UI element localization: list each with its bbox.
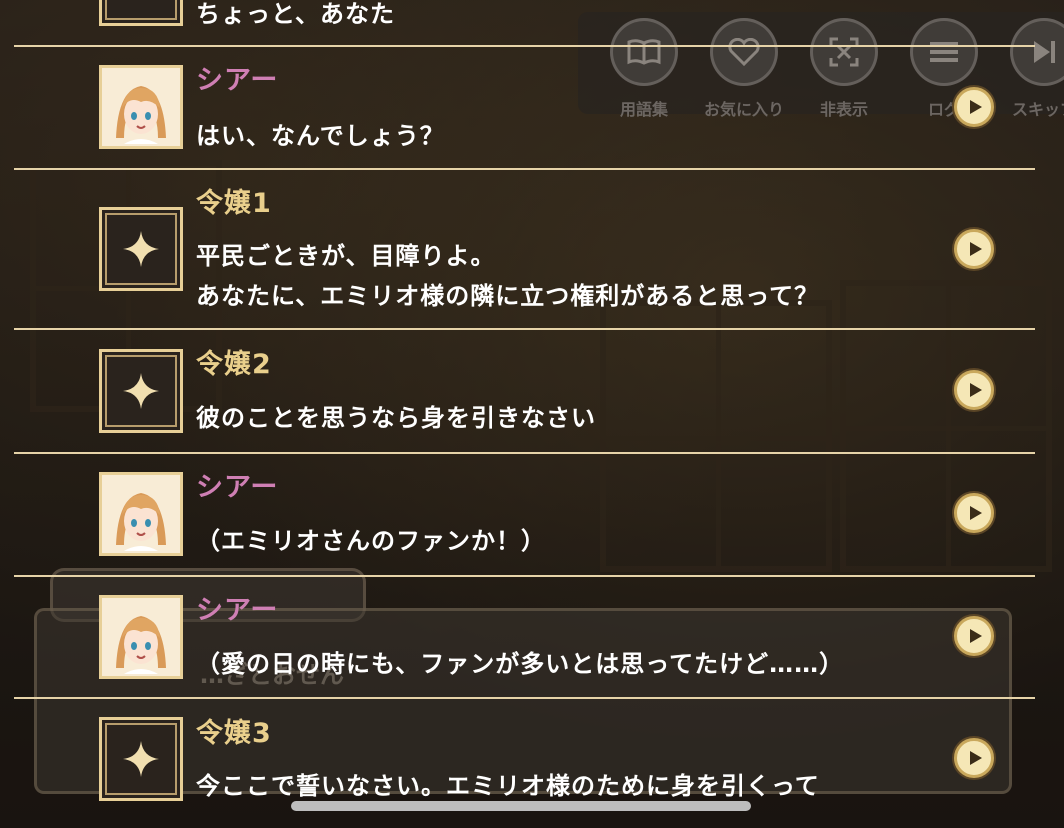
character-portrait bbox=[99, 595, 183, 679]
message-line: 彼のことを思うなら身を引きなさい bbox=[196, 404, 596, 432]
message-line: （愛の日の時にも、ファンが多いとは思ってたけど……） bbox=[196, 650, 845, 678]
divider bbox=[14, 45, 1035, 47]
home-indicator[interactable] bbox=[291, 801, 751, 811]
message-line: はい、なんでしょう？ bbox=[196, 122, 445, 150]
play-icon bbox=[969, 629, 982, 643]
divider bbox=[14, 452, 1035, 454]
play-icon bbox=[969, 383, 982, 397]
voice-replay-button[interactable] bbox=[954, 229, 994, 269]
sparkle-icon bbox=[99, 717, 183, 801]
play-icon bbox=[969, 100, 982, 114]
character-portrait bbox=[99, 472, 183, 556]
play-icon bbox=[969, 242, 982, 256]
sparkle-icon bbox=[99, 349, 183, 433]
voice-replay-button[interactable] bbox=[954, 370, 994, 410]
voice-replay-button[interactable] bbox=[954, 616, 994, 656]
voice-replay-button[interactable] bbox=[954, 738, 994, 778]
play-icon bbox=[969, 506, 982, 520]
speaker-name: 令嬢2 bbox=[196, 349, 272, 380]
divider bbox=[14, 575, 1035, 577]
speaker-name: シアー bbox=[196, 595, 279, 626]
message-line: ちょっと、あなた bbox=[196, 0, 396, 28]
message-line: 平民ごときが、目障りよ。 bbox=[196, 242, 496, 270]
backlog-panel[interactable]: ちょっと、あなた シアー はい、なんでしょう？ 令嬢1 平民ごときが、目障りよ。… bbox=[14, 0, 1035, 828]
play-icon bbox=[969, 751, 982, 765]
divider bbox=[14, 168, 1035, 170]
speaker-name: 令嬢1 bbox=[196, 188, 272, 219]
sparkle-icon bbox=[99, 207, 183, 291]
character-portrait bbox=[99, 65, 183, 149]
speaker-name: シアー bbox=[196, 65, 279, 96]
message-line: あなたに、エミリオ様の隣に立つ権利があると思って？ bbox=[196, 282, 820, 310]
divider bbox=[14, 697, 1035, 699]
speaker-name: 令嬢3 bbox=[196, 718, 272, 749]
message-line: （エミリオさんのファンか！） bbox=[196, 527, 546, 555]
divider bbox=[14, 328, 1035, 330]
message-line: 今ここで誓いなさい。エミリオ様のために身を引くって bbox=[196, 772, 820, 800]
speaker-icon bbox=[99, 0, 183, 26]
voice-replay-button[interactable] bbox=[954, 87, 994, 127]
speaker-name: シアー bbox=[196, 472, 279, 503]
voice-replay-button[interactable] bbox=[954, 493, 994, 533]
